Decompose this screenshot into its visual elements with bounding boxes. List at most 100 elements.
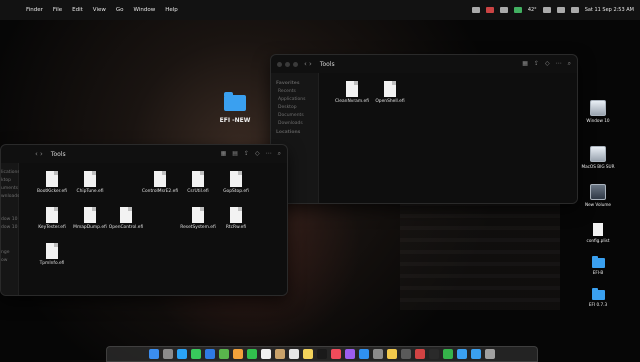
dock-app-messages[interactable] [191,349,201,359]
menu-finder[interactable]: Finder [26,7,43,13]
sidebar-item[interactable]: ow [1,258,18,263]
dock-app-system-preferences[interactable] [373,349,383,359]
dock-app-tv[interactable] [317,349,327,359]
sidebar-item[interactable]: dow 10 [1,217,18,222]
control-center-icon[interactable] [570,7,579,13]
back-forward-icon[interactable]: ‹ › [304,60,312,68]
display-icon[interactable] [499,7,508,13]
sidebar-item[interactable]: wnloads [1,194,20,199]
finder-window-back[interactable]: ‹ › Tools ▦ ⇪ ◇ ⋯ ⌕ Favorites Recents Ap… [270,54,578,204]
sidebar-item[interactable]: lications [1,170,20,175]
file-item[interactable]: RtcRw.efi [215,207,257,230]
desktop-item-config-plist[interactable]: config.plist [580,223,616,243]
search-icon[interactable]: ⌕ [278,150,281,158]
clock[interactable]: Sat 11 Sep 2:53 AM [585,7,634,13]
record-icon[interactable] [485,7,494,13]
sidebar-item[interactable]: nge [1,250,18,255]
dock-app-downloads[interactable] [457,349,467,359]
dock-app-podcasts[interactable] [345,349,355,359]
dock-app-music[interactable] [331,349,341,359]
document-icon [84,171,96,187]
dock-app-photos[interactable] [233,349,243,359]
file-item[interactable]: ControlMsrE2.efi [139,171,181,194]
dock-app-chrome[interactable] [387,349,397,359]
dock-app-reminders[interactable] [289,349,299,359]
dock-app-finder[interactable] [149,349,159,359]
window-titlebar[interactable]: ‹ › Tools ▦ ▤ ⇪ ◇ ⋯ ⌕ [1,145,287,164]
file-area: CleanNvram.efi OpenShell.efi [319,73,577,203]
dock-app-activity-monitor[interactable] [401,349,411,359]
dock-app-app-store[interactable] [359,349,369,359]
toolbar-icons: ▦ ⇪ ◇ ⋯ ⌕ [522,60,571,68]
dock-app-calendar[interactable] [261,349,271,359]
desktop-item-window-10[interactable]: Window 10 [580,100,616,123]
dragged-folder[interactable]: EFI -NEW [210,92,260,124]
menu-file[interactable]: File [53,7,62,13]
tag-icon[interactable]: ◇ [545,60,550,68]
sidebar-item-recents[interactable]: Recents [278,89,318,94]
file-item[interactable]: BootKicker.efi [31,171,73,194]
view-icon[interactable]: ▦ [221,150,227,158]
dock-app-terminal[interactable] [429,349,439,359]
dock-app-unknown[interactable] [443,349,453,359]
menu-view[interactable]: View [93,7,106,13]
sidebar-section-favorites: Favorites [276,81,300,86]
dock-app-folder[interactable] [471,349,481,359]
desktop-item-efi-b[interactable]: EFI-B [580,256,616,275]
sidebar-item-desktop[interactable]: Desktop [278,105,318,110]
finder-window-front[interactable]: ‹ › Tools ▦ ▤ ⇪ ◇ ⋯ ⌕ lications ktop ume… [0,144,288,296]
file-item[interactable]: KeyTester.efi [31,207,73,230]
status-icon[interactable] [471,7,480,13]
menu-window[interactable]: Window [134,7,156,13]
share-icon[interactable]: ⇪ [244,150,249,158]
file-item[interactable]: CleanNvram.efi [331,81,373,104]
back-forward-icon[interactable]: ‹ › [35,150,43,158]
search-icon[interactable] [556,7,565,13]
battery-icon[interactable] [513,7,522,13]
file-item[interactable]: ChipTune.efi [69,171,111,194]
file-item[interactable]: TpmInfo.efi [31,243,73,266]
dock-app-launchpad[interactable] [163,349,173,359]
dock-app-facetime[interactable] [247,349,257,359]
file-item[interactable]: ResetSystem.efi [177,207,219,230]
document-icon [593,223,603,236]
group-icon[interactable]: ▤ [232,150,238,158]
sidebar-item-downloads[interactable]: Downloads [278,121,318,126]
dock-app-contacts[interactable] [275,349,285,359]
desktop-item-efi-073[interactable]: EFI 0.7.3 [580,288,616,307]
dock-app-safari[interactable] [177,349,187,359]
dock-app-maps[interactable] [219,349,229,359]
sidebar-item-documents[interactable]: Documents [278,113,318,118]
menu-edit[interactable]: Edit [72,7,83,13]
dock-app-xcode[interactable] [415,349,425,359]
share-icon[interactable]: ⇪ [534,60,539,68]
search-icon[interactable]: ⌕ [568,60,571,68]
sidebar-item-applications[interactable]: Applications [278,97,318,102]
folder-icon [591,256,605,268]
window-titlebar[interactable]: ‹ › Tools ▦ ⇪ ◇ ⋯ ⌕ [271,55,577,74]
file-item[interactable]: OpenShell.efi [369,81,411,104]
file-item[interactable]: CsrUtil.efi [177,171,219,194]
view-icon[interactable]: ▦ [522,60,528,68]
more-icon[interactable]: ⋯ [266,150,272,158]
tag-icon[interactable]: ◇ [255,150,260,158]
dock-app-trash[interactable] [485,349,495,359]
sidebar-item[interactable]: uments [1,186,18,191]
sidebar-item[interactable]: ktop [1,178,18,183]
dock-app-notes[interactable] [303,349,313,359]
window-content: Favorites Recents Applications Desktop D… [271,73,577,203]
desktop-item-new-volume[interactable]: New Volume [580,184,616,207]
traffic-lights[interactable] [277,61,298,67]
language-icon[interactable] [542,7,551,13]
toolbar-icons: ▦ ▤ ⇪ ◇ ⋯ ⌕ [221,150,281,158]
temperature[interactable]: 42° [528,7,537,13]
file-item[interactable]: OpenControl.efi [105,207,147,230]
desktop-item-macos-big-sur[interactable]: MacOS BIG SUR [580,146,616,169]
menu-go[interactable]: Go [116,7,124,13]
file-item[interactable]: GopStop.efi [215,171,257,194]
dock-app-mail[interactable] [205,349,215,359]
document-icon [46,171,58,187]
menu-help[interactable]: Help [165,7,178,13]
more-icon[interactable]: ⋯ [556,60,562,68]
sidebar-item[interactable]: dow 10 [1,225,18,230]
